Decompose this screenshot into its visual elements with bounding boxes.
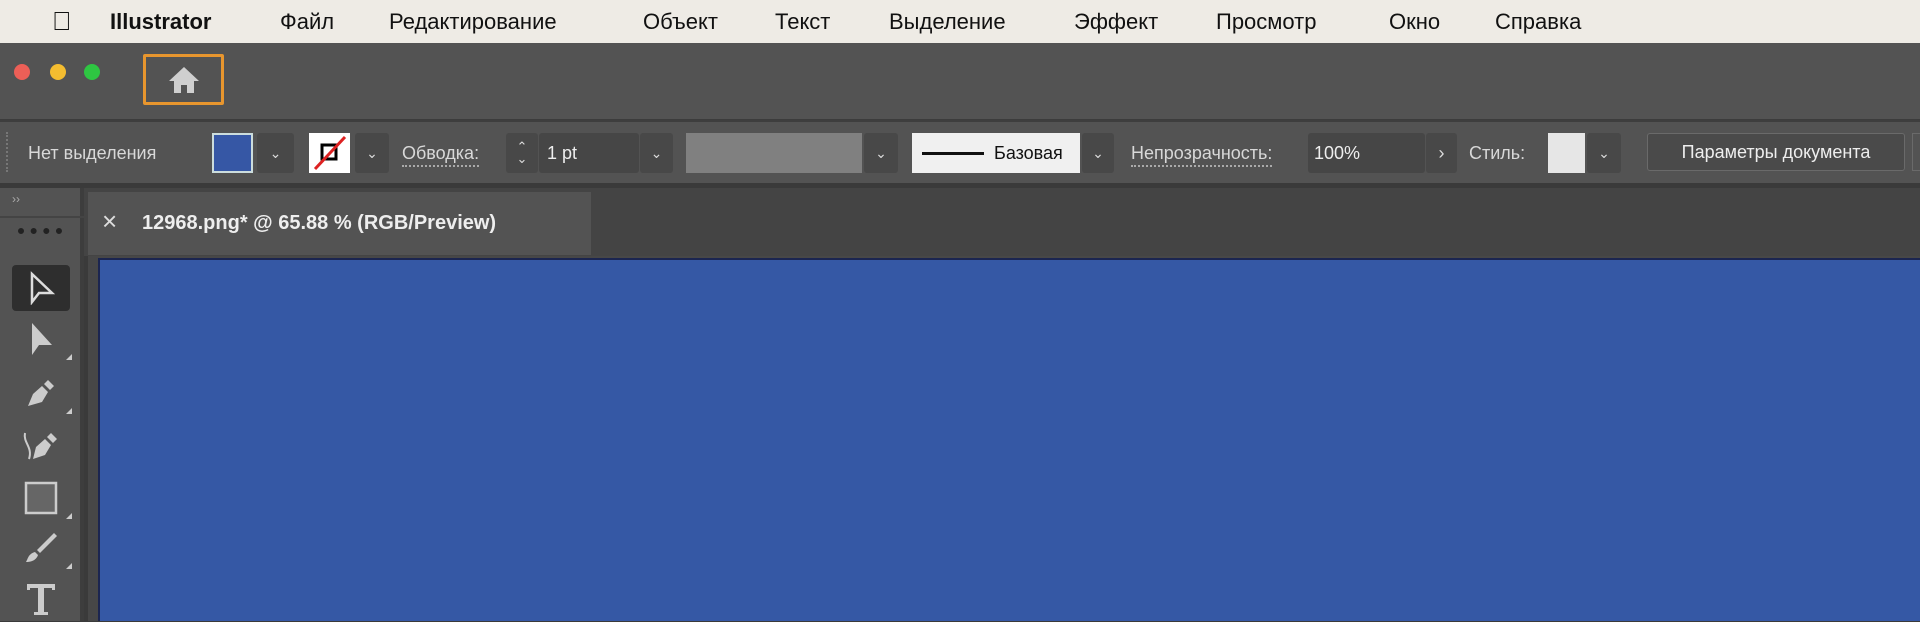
menu-object[interactable]: Объект xyxy=(643,9,718,35)
direct-selection-arrow-icon xyxy=(32,323,52,355)
menu-effect[interactable]: Эффект xyxy=(1074,9,1158,35)
menu-help[interactable]: Справка xyxy=(1495,9,1581,35)
curvature-pen-icon xyxy=(23,432,57,460)
opacity-input[interactable]: 100% xyxy=(1308,133,1425,173)
menu-view[interactable]: Просмотр xyxy=(1216,9,1316,35)
paintbrush-icon xyxy=(26,533,57,562)
stroke-dropdown[interactable]: ⌄ xyxy=(355,133,389,173)
panel-grip[interactable] xyxy=(0,216,84,218)
type-tool[interactable] xyxy=(12,576,70,622)
menu-edit[interactable]: Редактирование xyxy=(389,9,557,35)
artboard[interactable] xyxy=(98,258,1920,621)
zoom-window-button[interactable] xyxy=(84,64,100,80)
brush-line-icon xyxy=(922,151,984,155)
variable-width-profile[interactable] xyxy=(686,133,862,173)
down-icon[interactable]: ⌄ xyxy=(517,152,528,165)
style-label: Стиль: xyxy=(1469,143,1526,163)
stroke-swatch[interactable] xyxy=(309,133,350,173)
curvature-tool[interactable] xyxy=(12,423,70,469)
style-dropdown[interactable]: ⌄ xyxy=(1587,133,1621,173)
close-tab-icon[interactable]: × xyxy=(102,206,117,237)
title-bar xyxy=(0,43,1920,120)
selection-status: Нет выделения xyxy=(28,143,157,163)
menu-file[interactable]: Файл xyxy=(280,9,334,35)
type-icon xyxy=(27,584,55,615)
close-window-button[interactable] xyxy=(14,64,30,80)
brush-label: Базовая xyxy=(994,142,1063,163)
profile-dropdown[interactable]: ⌄ xyxy=(864,133,898,173)
toolbar-overflow[interactable] xyxy=(1912,133,1920,171)
home-button[interactable] xyxy=(143,54,224,105)
opacity-label[interactable]: Непрозрачность: xyxy=(1131,143,1273,167)
rectangle-tool[interactable] xyxy=(12,475,72,521)
menu-bar:  Illustrator Файл Редактирование Объект… xyxy=(0,0,1920,43)
fill-dropdown[interactable]: ⌄ xyxy=(257,133,294,173)
panel-collapse-button[interactable]: ›› xyxy=(12,192,20,206)
menu-window[interactable]: Окно xyxy=(1389,9,1440,35)
stroke-weight-dropdown[interactable]: ⌄ xyxy=(640,133,673,173)
apple-icon[interactable]:  xyxy=(52,6,72,37)
minimize-window-button[interactable] xyxy=(50,64,66,80)
control-bar: Нет выделения ⌄ ⌄ Обводка: ⌃ ⌄ 1 pt ⌄ ⌄ Б… xyxy=(0,120,1920,186)
grip-handle[interactable] xyxy=(6,132,9,172)
style-swatch[interactable] xyxy=(1548,133,1585,173)
document-tab-bar: × 12968.png* @ 65.88 % (RGB/Preview) xyxy=(0,188,1920,256)
pen-tool[interactable] xyxy=(12,370,72,416)
direct-selection-tool[interactable] xyxy=(12,316,72,362)
menu-type[interactable]: Текст xyxy=(775,9,830,35)
brush-definition[interactable]: Базовая xyxy=(912,133,1080,173)
selection-arrow-icon xyxy=(30,271,56,305)
document-setup-button[interactable]: Параметры документа xyxy=(1647,133,1905,171)
panel-grip-dots[interactable] xyxy=(18,228,62,234)
document-tab[interactable]: × 12968.png* @ 65.88 % (RGB/Preview) xyxy=(88,192,591,255)
no-stroke-icon xyxy=(313,135,347,171)
menu-select[interactable]: Выделение xyxy=(889,9,1006,35)
brush-dropdown[interactable]: ⌄ xyxy=(1082,133,1114,173)
tools-panel: ›› xyxy=(0,188,84,621)
stroke-weight-value: 1 pt xyxy=(547,143,578,163)
stroke-label[interactable]: Обводка: xyxy=(402,143,480,167)
opacity-value: 100% xyxy=(1314,143,1361,163)
stroke-weight-input[interactable]: 1 pt xyxy=(539,133,639,173)
menu-app[interactable]: Illustrator xyxy=(110,9,211,35)
fill-swatch[interactable] xyxy=(212,133,253,173)
pen-icon xyxy=(28,380,54,406)
document-title: 12968.png* @ 65.88 % (RGB/Preview) xyxy=(142,212,497,234)
paintbrush-tool[interactable] xyxy=(12,525,72,571)
opacity-expand[interactable]: › xyxy=(1426,133,1457,173)
selection-tool[interactable] xyxy=(12,265,70,311)
home-icon xyxy=(168,66,199,93)
stroke-weight-stepper[interactable]: ⌃ ⌄ xyxy=(506,133,538,173)
rectangle-icon xyxy=(24,481,58,515)
